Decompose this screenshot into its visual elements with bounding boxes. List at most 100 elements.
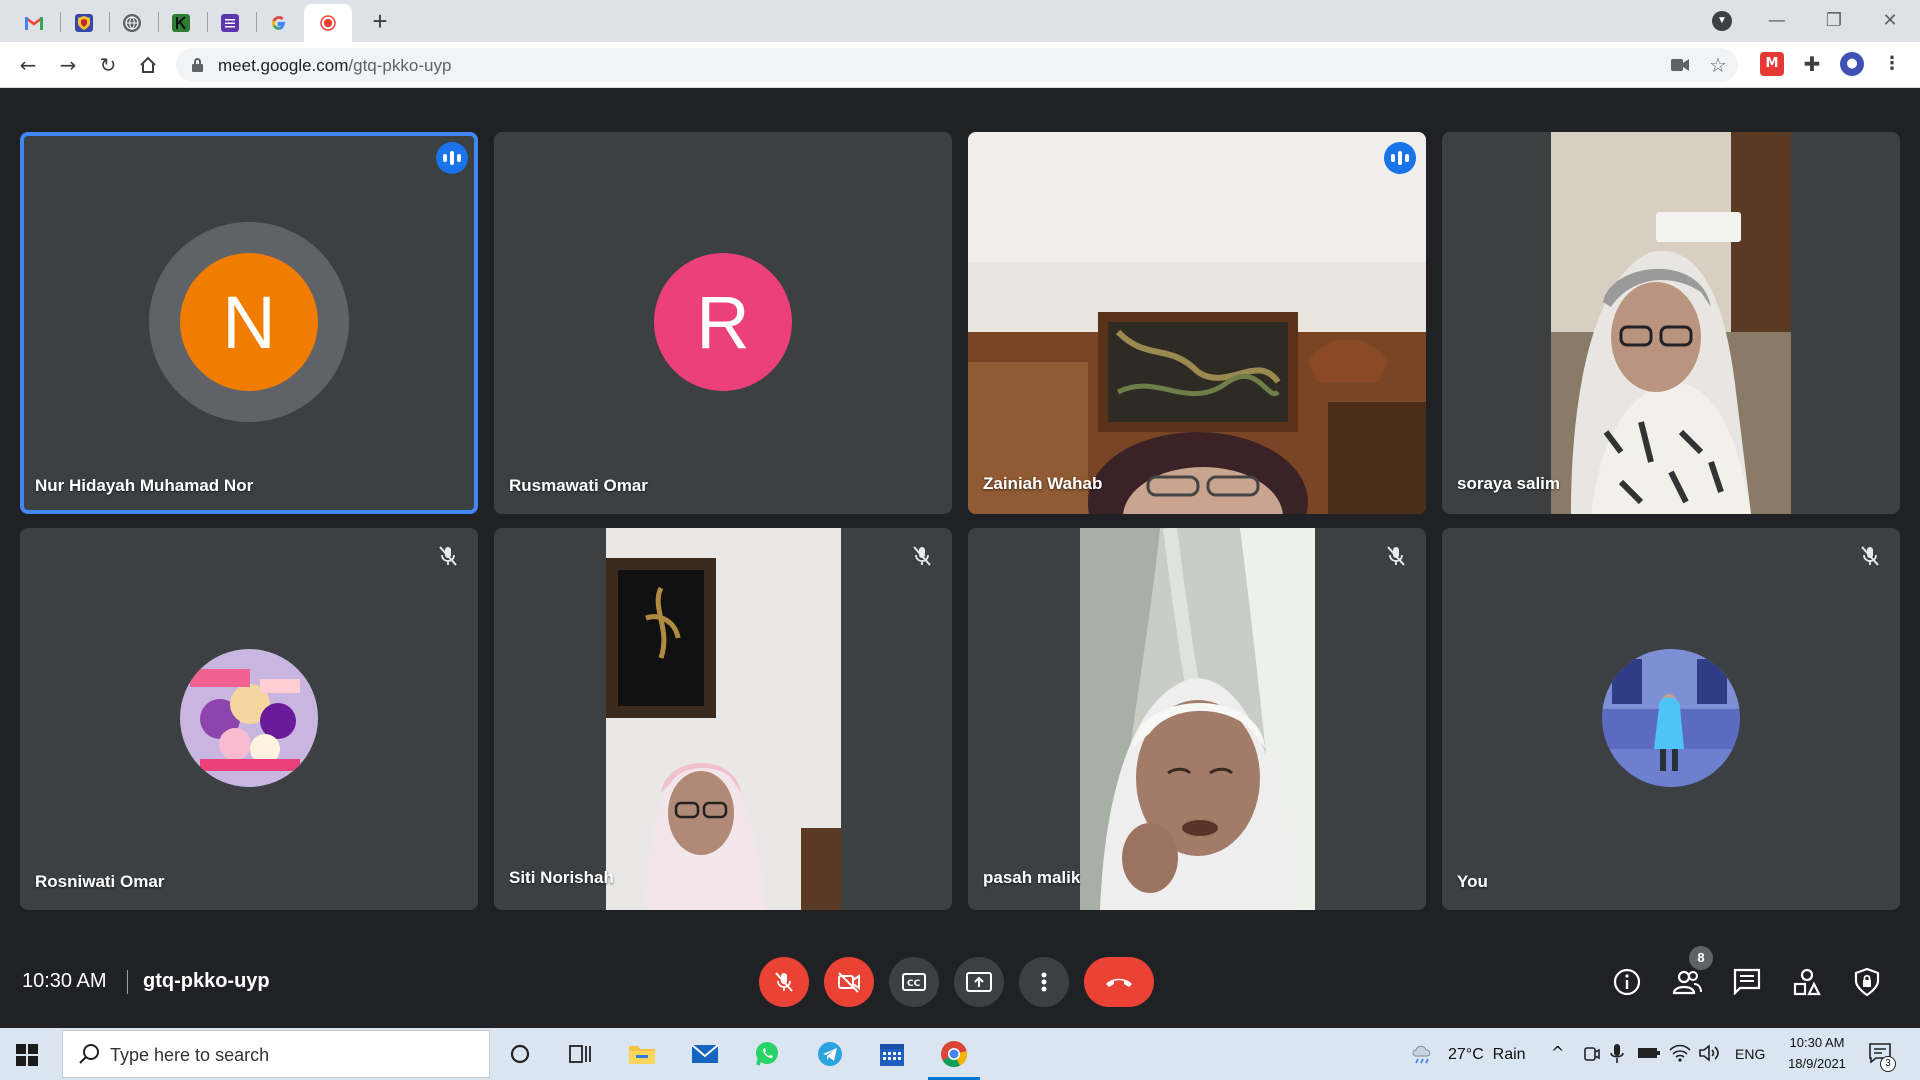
divider (127, 970, 128, 994)
bookmark-star-icon[interactable]: ☆ (1706, 53, 1730, 77)
new-tab-button[interactable]: + (366, 8, 394, 36)
volume-icon[interactable] (1698, 1043, 1720, 1063)
list-favicon-icon (221, 14, 239, 32)
recording-icon (319, 14, 337, 32)
participant-tile[interactable]: Rosniwati Omar (20, 528, 478, 910)
camera-toggle-button[interactable] (824, 957, 874, 1007)
google-icon (270, 14, 288, 32)
minimize-icon[interactable]: — (1757, 6, 1797, 36)
present-screen-button[interactable] (954, 957, 1004, 1007)
wifi-icon[interactable] (1669, 1043, 1691, 1063)
participant-tile[interactable]: soraya salim (1442, 132, 1900, 514)
system-date[interactable]: 18/9/2021 (1776, 1056, 1858, 1071)
meeting-controls-bar: 10:30 AM gtq-pkko-uyp CC 8 (0, 942, 1920, 1028)
close-icon[interactable]: ✕ (1870, 6, 1910, 36)
tab-google[interactable] (255, 4, 303, 42)
camera-off-icon (838, 972, 860, 993)
participant-tile[interactable]: R Rusmawati Omar (494, 132, 952, 514)
microphone-icon[interactable] (1609, 1043, 1625, 1065)
tab-5[interactable] (206, 4, 254, 42)
closed-captions-icon: CC (902, 973, 926, 991)
profile-avatar[interactable]: ● (1840, 52, 1864, 76)
forward-icon[interactable]: → (52, 49, 84, 81)
tab-meet-active[interactable] (304, 4, 352, 42)
avatar (180, 649, 318, 787)
participant-tile[interactable]: Siti Norishah (494, 528, 952, 910)
tab-gmail[interactable] (10, 4, 58, 42)
avatar: R (654, 253, 792, 391)
windows-taskbar: Type here to search 27°C Rain ^ ENG 10:3… (0, 1028, 1920, 1080)
mic-off-icon (1861, 546, 1879, 566)
mail-icon[interactable] (690, 1039, 720, 1069)
file-explorer-icon[interactable] (627, 1039, 657, 1069)
mic-off-icon (775, 972, 793, 992)
taskbar-search-box[interactable]: Type here to search (62, 1030, 490, 1078)
tab-3[interactable] (108, 4, 156, 42)
cortana-icon[interactable] (505, 1039, 535, 1069)
captions-button[interactable]: CC (889, 957, 939, 1007)
participant-name: You (1457, 872, 1488, 891)
people-icon[interactable] (1672, 967, 1702, 997)
reload-icon[interactable]: ↻ (92, 49, 124, 81)
extensions-puzzle-icon[interactable]: ✚ (1800, 52, 1824, 76)
participant-tile[interactable]: N Nur Hidayah Muhamad Nor (20, 132, 478, 514)
task-view-icon[interactable] (565, 1039, 595, 1069)
tab-2[interactable] (60, 4, 108, 42)
svg-text:CC: CC (907, 979, 921, 989)
participant-tile[interactable]: Zainiah Wahab (968, 132, 1426, 514)
present-screen-icon (966, 972, 992, 992)
search-icon (79, 1044, 99, 1064)
address-bar[interactable]: meet.google.com/gtq-pkko-uyp ☆ (176, 48, 1738, 82)
leave-call-button[interactable] (1084, 957, 1154, 1007)
url-text: meet.google.com/gtq-pkko-uyp (218, 56, 452, 75)
mic-toggle-button[interactable] (759, 957, 809, 1007)
battery-icon[interactable] (1637, 1045, 1661, 1061)
meeting-time: 10:30 AM (22, 970, 107, 992)
more-vert-icon (1041, 972, 1047, 992)
mic-off-icon (1387, 546, 1405, 566)
language-indicator[interactable]: ENG (1735, 1046, 1765, 1062)
meet-tray-icon[interactable] (1582, 1044, 1600, 1064)
chat-icon[interactable] (1732, 967, 1762, 997)
tab-4[interactable] (157, 4, 205, 42)
participant-video (968, 132, 1426, 514)
more-options-button[interactable] (1019, 957, 1069, 1007)
lock-icon[interactable] (192, 58, 203, 72)
weather-text[interactable]: 27°C Rain (1448, 1046, 1526, 1064)
tab-strip: + ▼ — ❐ ✕ (0, 0, 1920, 42)
people-count-badge: 8 (1689, 946, 1713, 970)
browser-toolbar: ← → ↻ meet.google.com/gtq-pkko-uyp ☆ M ✚… (0, 42, 1920, 88)
meeting-details-info-icon[interactable] (1612, 967, 1642, 997)
chevron-up-icon[interactable]: ^ (1551, 1043, 1564, 1062)
whatsapp-icon[interactable] (752, 1039, 782, 1069)
globe-icon (123, 14, 141, 32)
speaking-indicator-icon (436, 142, 468, 174)
system-time[interactable]: 10:30 AM (1776, 1035, 1858, 1050)
participant-name: Rosniwati Omar (35, 872, 165, 891)
notification-count-badge: 3 (1880, 1056, 1896, 1072)
home-icon[interactable] (132, 49, 164, 81)
participant-tile[interactable]: You (1442, 528, 1900, 910)
windows-start-icon[interactable] (16, 1044, 38, 1066)
camera-icon[interactable] (1668, 53, 1692, 77)
restore-icon[interactable]: ❐ (1814, 6, 1854, 36)
weather-rain-icon[interactable] (1410, 1042, 1436, 1066)
avatar (1602, 649, 1740, 787)
telegram-icon[interactable] (815, 1039, 845, 1069)
participant-name: Nur Hidayah Muhamad Nor (35, 476, 254, 495)
activities-icon[interactable] (1792, 967, 1822, 997)
back-icon[interactable]: ← (12, 49, 44, 81)
participant-name: Rusmawati Omar (509, 476, 648, 495)
avatar: N (180, 253, 318, 391)
chrome-icon[interactable] (939, 1039, 969, 1069)
host-controls-shield-icon[interactable] (1852, 967, 1882, 997)
mic-off-icon (439, 546, 457, 566)
green-k-icon (172, 14, 190, 32)
search-placeholder: Type here to search (110, 1045, 270, 1065)
participant-tile[interactable]: pasah malik (968, 528, 1426, 910)
end-call-icon (1106, 978, 1132, 987)
chrome-menu-icon[interactable]: ⋮ (1880, 52, 1904, 76)
calendar-icon[interactable] (877, 1039, 907, 1069)
extension-red-icon[interactable]: M (1760, 52, 1784, 76)
tab-search-dropdown-icon[interactable]: ▼ (1712, 11, 1732, 31)
